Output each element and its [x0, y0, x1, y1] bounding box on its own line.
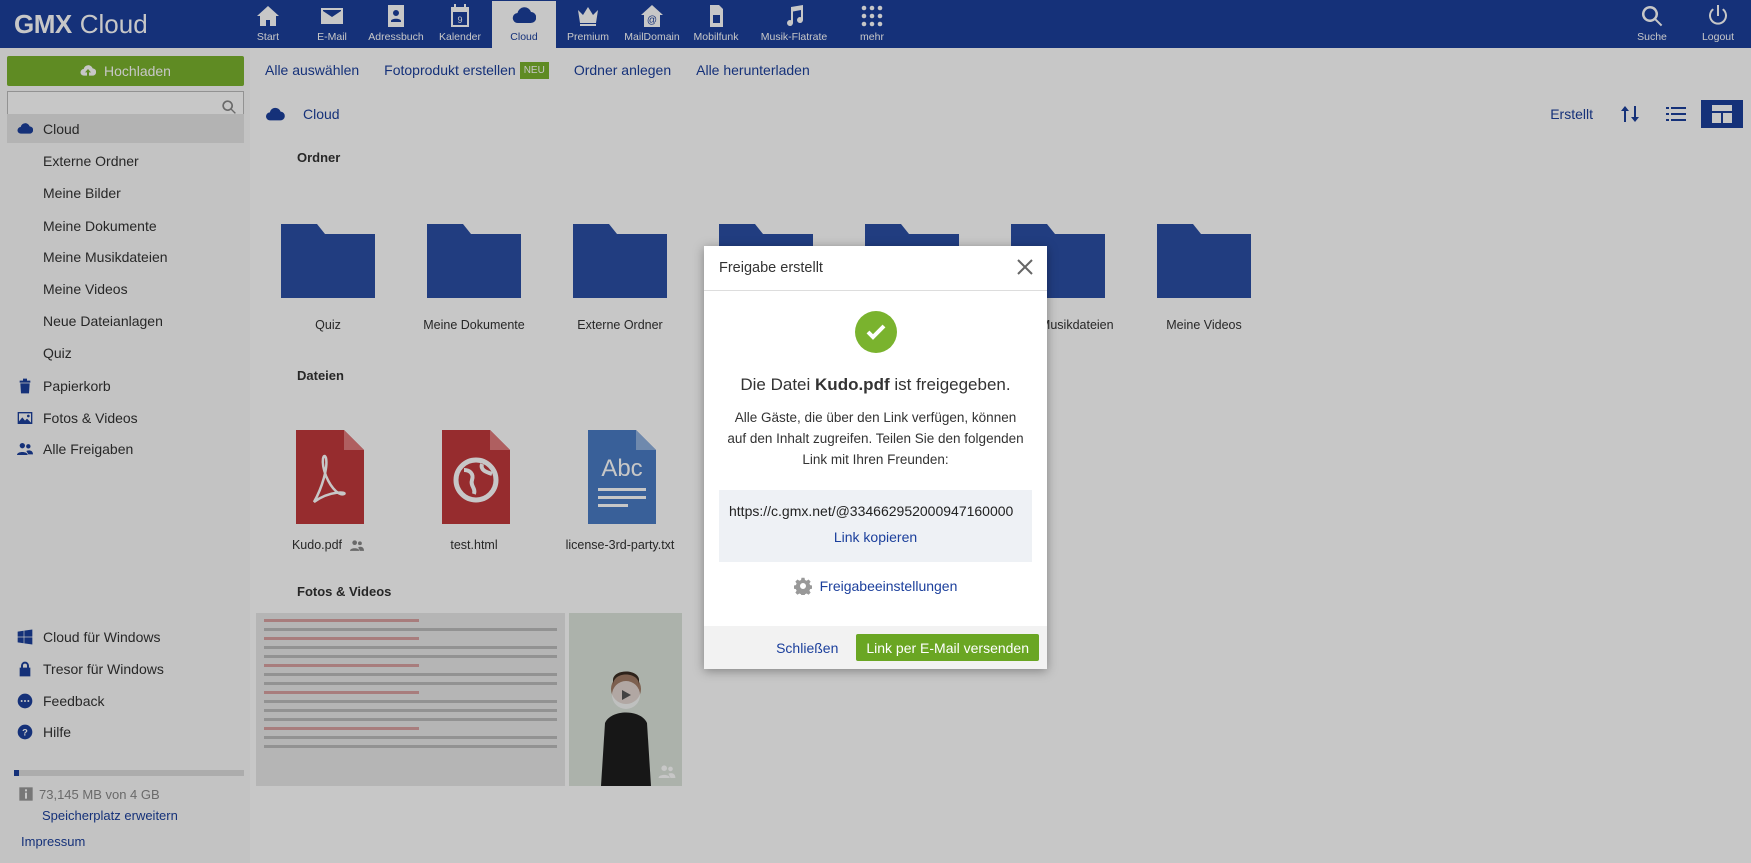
- share-settings-link[interactable]: Freigabeeinstellungen: [704, 577, 1047, 595]
- share-url[interactable]: https://c.gmx.net/@334662952000947160000: [729, 503, 1022, 519]
- share-dialog: Freigabe erstellt Die Datei Kudo.pdf ist…: [704, 246, 1047, 669]
- success-check-icon: [854, 311, 897, 353]
- message-prefix: Die Datei: [740, 375, 811, 394]
- gear-icon: [793, 577, 812, 595]
- share-link-box: https://c.gmx.net/@334662952000947160000…: [719, 490, 1032, 562]
- dialog-title: Freigabe erstellt: [719, 260, 823, 276]
- dialog-description: Alle Gäste, die über den Link verfügen, …: [727, 410, 1024, 467]
- send-link-email-button[interactable]: Link per E-Mail versenden: [856, 634, 1039, 661]
- copy-link-button[interactable]: Link kopieren: [729, 529, 1022, 545]
- dialog-header: Freigabe erstellt: [704, 246, 1047, 291]
- share-settings-label: Freigabeeinstellungen: [819, 578, 958, 594]
- close-button[interactable]: Schließen: [776, 640, 838, 656]
- close-icon[interactable]: [1015, 257, 1035, 277]
- dialog-message: Die Datei Kudo.pdf ist freigegeben.: [704, 375, 1047, 395]
- dialog-footer: Schließen Link per E-Mail versenden: [704, 626, 1047, 669]
- message-suffix: ist freigegeben.: [894, 375, 1011, 394]
- message-filename: Kudo.pdf: [815, 375, 890, 394]
